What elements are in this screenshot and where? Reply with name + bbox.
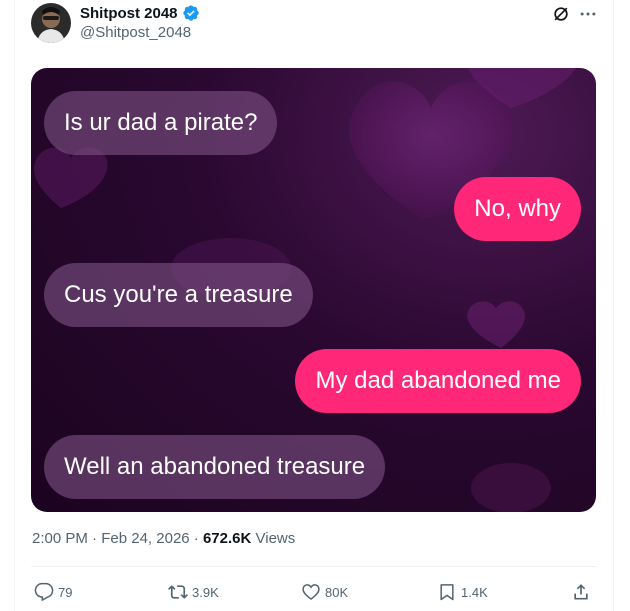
avatar[interactable] — [31, 3, 71, 43]
views-label: Views — [255, 530, 296, 547]
meta-separator: · — [193, 530, 199, 547]
like-button[interactable]: 80K — [301, 582, 348, 602]
bookmark-icon — [440, 584, 454, 601]
divider — [31, 566, 597, 567]
repost-count: 3.9K — [192, 584, 219, 600]
message-bubble-sent: No, why — [454, 177, 581, 241]
views-count: 672.6K — [202, 530, 252, 547]
like-count: 80K — [325, 584, 349, 600]
more-icon[interactable] — [578, 4, 598, 24]
display-name[interactable]: Shitpost 2048 — [80, 5, 178, 22]
tweet-date[interactable]: Feb 24, 2026 — [101, 530, 189, 547]
author-handle[interactable]: @Shitpost_2048 — [80, 24, 191, 41]
reply-count: 79 — [58, 584, 73, 600]
reply-icon — [34, 582, 54, 602]
share-icon — [574, 584, 588, 600]
heart-icon — [302, 584, 320, 601]
tweet-meta: 2:00 PM · Feb 24, 2026 · 672.6K Views — [32, 530, 295, 547]
tweet-media-image[interactable]: Is ur dad a pirate? No, why Cus you're a… — [31, 68, 596, 512]
share-button[interactable] — [571, 582, 591, 602]
author-name-row[interactable]: Shitpost 2048 — [80, 4, 200, 22]
repost-button[interactable]: 3.9K — [168, 582, 219, 602]
repost-icon — [168, 585, 188, 599]
message-bubble-received: Cus you're a treasure — [44, 263, 313, 327]
meta-separator: · — [92, 530, 98, 547]
tweet-actions: 79 3.9K 80K 1.4K — [0, 578, 630, 608]
message-bubble-sent: My dad abandoned me — [295, 349, 581, 413]
bookmark-count: 1.4K — [461, 584, 488, 600]
reply-button[interactable]: 79 — [34, 582, 72, 602]
message-bubble-received: Is ur dad a pirate? — [44, 91, 278, 155]
message-bubble-received: Well an abandoned treasure — [44, 435, 386, 499]
bookmark-button[interactable]: 1.4K — [437, 582, 488, 602]
verified-badge-icon — [182, 5, 199, 21]
grok-icon[interactable] — [551, 4, 571, 24]
tweet-time[interactable]: 2:00 PM — [32, 530, 88, 547]
